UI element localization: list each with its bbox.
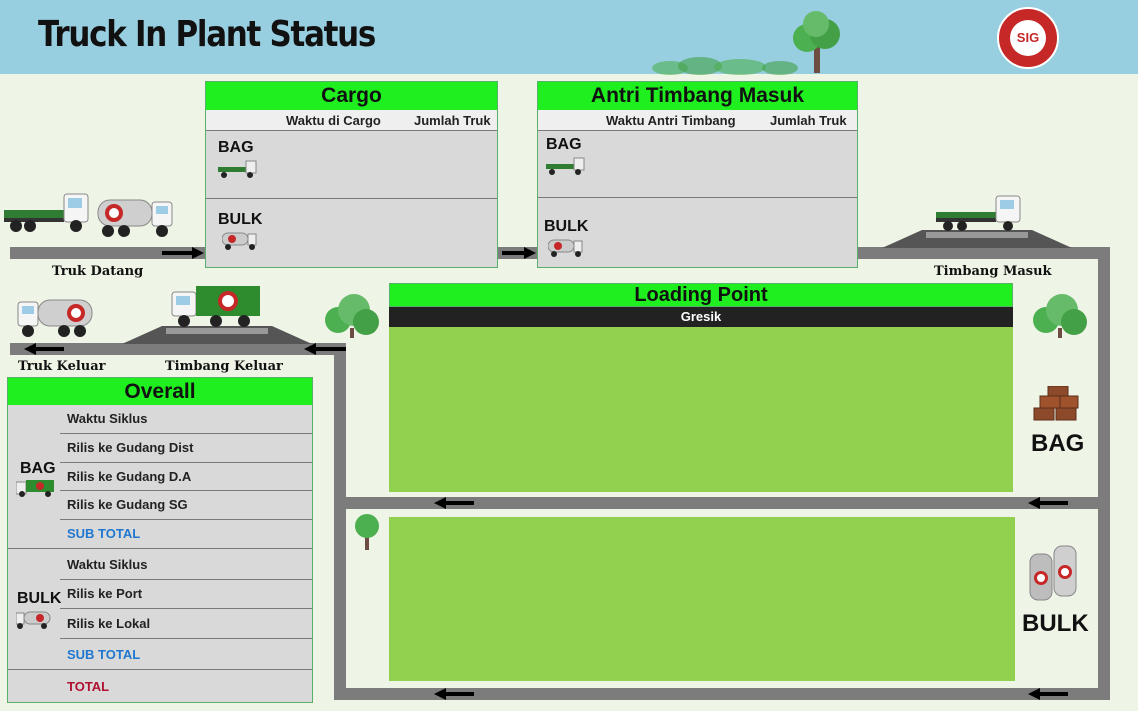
road-left-vertical <box>334 343 346 700</box>
arrow-left-icon <box>434 497 474 509</box>
cargo-row-bulk: BULK <box>206 199 497 267</box>
bag-truck-icon <box>16 480 54 497</box>
cargo-truck-icon <box>171 286 260 327</box>
page-title: Truck In Plant Status <box>38 14 376 55</box>
antri-row-bag: BAG <box>538 131 857 198</box>
loading-bulk-label: BULK <box>1022 610 1089 637</box>
cargo-panel: Cargo Waktu di Cargo Jumlah Truk BAG BUL… <box>205 81 498 268</box>
antri-timbang-panel: Antri Timbang Masuk Waktu Antri Timbang … <box>537 81 858 268</box>
label-truk-keluar: Truk Keluar <box>18 359 106 374</box>
antri-bulk-label: BULK <box>544 218 589 235</box>
arrow-left-icon <box>304 343 346 355</box>
tree-decoration-icon <box>652 11 840 75</box>
loading-plant-name: Gresik <box>389 307 1013 327</box>
bush-icon <box>325 294 379 338</box>
arrow-right-icon <box>162 247 204 259</box>
antri-column-header: Waktu Antri Timbang Jumlah Truk <box>538 110 857 131</box>
tanker-truck-icon <box>17 299 93 337</box>
loading-bag-area <box>389 327 1013 492</box>
loading-bulk-area <box>389 517 1015 681</box>
flatbed-truck-icon <box>4 193 89 232</box>
antri-title: Antri Timbang Masuk <box>538 82 857 110</box>
bulk-truck-icon <box>222 232 257 250</box>
overall-bag-subtotal: SUB TOTAL <box>67 526 141 541</box>
antri-bag-label: BAG <box>546 136 582 153</box>
overall-bulk-subtotal: SUB TOTAL <box>67 647 141 662</box>
cement-bag-stack-icon <box>1033 386 1079 421</box>
road-right-vertical <box>1098 247 1110 700</box>
antri-col-time: Waktu Antri Timbang <box>606 113 736 128</box>
arrow-right-icon <box>502 247 536 259</box>
arrow-left-icon <box>434 688 474 700</box>
cargo-column-header: Waktu di Cargo Jumlah Truk <box>206 110 497 131</box>
bag-truck-icon <box>546 157 585 175</box>
overall-bulk-row: Rilis ke Port <box>60 580 312 609</box>
cargo-bulk-label: BULK <box>218 211 263 228</box>
overall-title: Overall <box>8 378 312 405</box>
road-timbang-masuk <box>857 247 1110 259</box>
cargo-bag-label: BAG <box>218 139 254 156</box>
cargo-col-count: Jumlah Truk <box>414 113 491 128</box>
overall-total: TOTAL <box>67 679 110 694</box>
bush-icon <box>1033 294 1087 338</box>
cargo-title: Cargo <box>206 82 497 110</box>
tanker-truck-icon <box>97 199 173 237</box>
label-timbang-keluar: Timbang Keluar <box>165 359 283 374</box>
overall-bulk-row: Waktu Siklus <box>60 550 312 580</box>
antri-col-count: Jumlah Truk <box>770 113 847 128</box>
bulk-truck-icon <box>548 239 583 257</box>
logo-text: SIG <box>1010 20 1046 56</box>
loading-bag-label: BAG <box>1031 430 1085 457</box>
bag-truck-icon <box>218 160 257 178</box>
overall-bag-row: Rilis ke Gudang SG <box>60 491 312 520</box>
overall-bulk-label: BULK <box>17 590 62 607</box>
overall-bag-row: Rilis ke Gudang D.A <box>60 463 312 491</box>
overall-bag-row: Rilis ke Gudang Dist <box>60 434 312 463</box>
overall-bag-label: BAG <box>20 460 56 477</box>
overall-bag-row: Waktu Siklus <box>60 405 312 434</box>
cargo-row-bag: BAG <box>206 131 497 199</box>
arrow-left-icon <box>1028 497 1068 509</box>
cargo-col-time: Waktu di Cargo <box>286 113 381 128</box>
label-truk-datang: Truk Datang <box>52 264 144 279</box>
label-timbang-masuk: Timbang Masuk <box>934 264 1052 279</box>
company-logo: SIG <box>997 7 1059 69</box>
arrow-left-icon <box>24 343 64 355</box>
cement-silo-icon <box>1029 545 1077 601</box>
overall-bulk-row: Rilis ke Lokal <box>60 609 312 639</box>
bulk-truck-icon <box>16 611 51 629</box>
antri-row-bulk: BULK <box>538 198 857 267</box>
tree-icon <box>355 514 379 550</box>
arrow-left-icon <box>1028 688 1068 700</box>
loading-point-title: Loading Point <box>389 283 1013 307</box>
flatbed-truck-icon <box>936 195 1021 231</box>
